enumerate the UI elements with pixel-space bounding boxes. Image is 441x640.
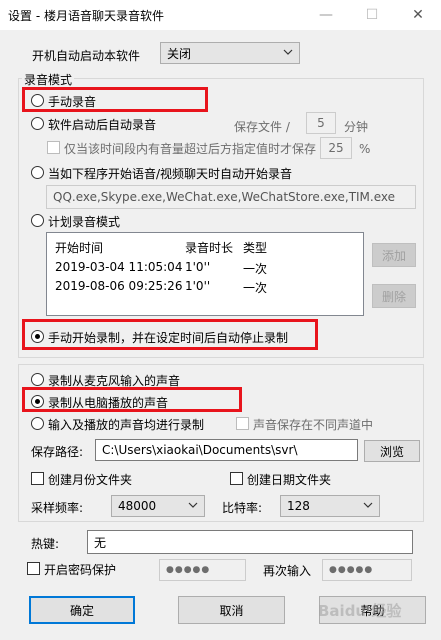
column-header-start-time[interactable]: 开始时间 xyxy=(55,239,103,256)
delete-schedule-label: 删除 xyxy=(381,289,406,304)
auto-start-record-label: 软件启动后自动录音 xyxy=(48,118,157,132)
volume-threshold-label: 仅当该时间段内有音量超过后方指定值时才保存 xyxy=(64,142,317,156)
add-schedule-label: 添加 xyxy=(381,248,406,263)
separate-channel-label: 声音保存在不同声道中 xyxy=(253,418,374,432)
save-file-interval-value: 5 xyxy=(317,116,325,130)
close-icon: ✕ xyxy=(412,7,424,23)
sample-rate-label: 采样频率: xyxy=(31,501,84,515)
chevron-down-icon xyxy=(188,502,198,508)
row-start-time: 2019-03-04 11:05:04 xyxy=(55,260,183,274)
minimize-icon: — xyxy=(319,7,333,23)
month-folder-checkbox[interactable] xyxy=(31,472,44,485)
bitrate-select[interactable]: 128 xyxy=(280,495,380,517)
save-file-label: 保存文件 / xyxy=(234,120,290,134)
auto-program-record-label: 当如下程序开始语音/视频聊天时自动开始录音 xyxy=(48,167,293,181)
volume-threshold-input[interactable]: 25 xyxy=(320,137,352,159)
row-duration: 1'0'' xyxy=(185,260,211,274)
sample-rate-value: 48000 xyxy=(118,499,157,513)
schedule-record-label: 计划录音模式 xyxy=(48,215,121,229)
password-mask: ●●●●● xyxy=(166,565,211,575)
password-repeat-label: 再次输入 xyxy=(263,564,312,578)
both-source-radio[interactable] xyxy=(31,417,44,430)
column-header-duration[interactable]: 录音时长 xyxy=(185,239,233,256)
autostart-value: 关闭 xyxy=(167,46,192,61)
hotkey-input[interactable]: 无 xyxy=(87,530,413,554)
separate-channel-checkbox[interactable] xyxy=(236,417,249,430)
bitrate-label: 比特率: xyxy=(222,501,263,515)
password-protect-checkbox[interactable] xyxy=(27,562,40,575)
sample-rate-select[interactable]: 48000 xyxy=(111,495,205,517)
watermark: Baidu 经验 xyxy=(318,602,402,620)
row-type: 一次 xyxy=(243,262,268,276)
title-bar[interactable]: 设置 - 楼月语音聊天录音软件 — ☐ ✕ xyxy=(0,0,441,30)
maximize-button[interactable]: ☐ xyxy=(349,0,395,30)
autostart-select[interactable]: 关闭 xyxy=(160,42,300,64)
schedule-list[interactable]: 开始时间 录音时长 类型 2019-03-04 11:05:04 1'0'' 一… xyxy=(46,232,364,316)
column-header-type[interactable]: 类型 xyxy=(243,239,267,256)
highlight-speaker-source xyxy=(22,387,242,412)
ok-button-label: 确定 xyxy=(69,603,94,618)
month-folder-label: 创建月份文件夹 xyxy=(48,473,133,487)
date-folder-checkbox[interactable] xyxy=(230,472,243,485)
ok-button[interactable]: 确定 xyxy=(29,596,135,624)
save-file-interval-input[interactable]: 5 xyxy=(306,112,336,134)
volume-threshold-value: 25 xyxy=(328,141,344,155)
date-folder-label: 创建日期文件夹 xyxy=(247,473,332,487)
table-row[interactable]: 2019-03-04 11:05:04 1'0'' 一次 xyxy=(53,257,357,276)
auto-start-record-radio[interactable] xyxy=(31,117,44,130)
browse-button[interactable]: 浏览 xyxy=(364,440,420,462)
hotkey-label: 热键: xyxy=(31,537,60,551)
close-button[interactable]: ✕ xyxy=(395,0,441,30)
save-path-label: 保存路径: xyxy=(31,445,84,459)
save-path-input[interactable]: C:\Users\xiaokai\Documents\svr\ xyxy=(95,439,358,461)
record-mode-group-label: 录音模式 xyxy=(22,71,75,88)
bitrate-value: 128 xyxy=(287,499,310,513)
highlight-manual-record xyxy=(22,87,208,112)
cancel-button[interactable]: 取消 xyxy=(178,596,285,624)
hotkey-value: 无 xyxy=(94,535,107,550)
browse-button-label: 浏览 xyxy=(379,444,404,459)
password-repeat-mask: ●●●●● xyxy=(329,565,374,575)
window-title: 设置 - 楼月语音聊天录音软件 xyxy=(8,9,164,23)
autostart-label: 开机自动启动本软件 xyxy=(32,49,141,63)
schedule-record-radio[interactable] xyxy=(31,214,44,227)
password-protect-label: 开启密码保护 xyxy=(44,563,117,577)
save-file-unit: 分钟 xyxy=(344,120,369,134)
row-start-time: 2019-08-06 09:25:26 xyxy=(55,279,183,293)
add-schedule-button[interactable]: 添加 xyxy=(372,243,416,267)
save-path-value: C:\Users\xiaokai\Documents\svr\ xyxy=(102,443,298,457)
password-repeat-input[interactable]: ●●●●● xyxy=(322,559,412,581)
delete-schedule-button[interactable]: 删除 xyxy=(372,284,416,308)
both-source-label: 输入及播放的声音均进行录制 xyxy=(48,418,205,432)
minimize-button[interactable]: — xyxy=(303,0,349,30)
row-duration: 1'0'' xyxy=(185,279,211,293)
program-list-value: QQ.exe,Skype.exe,WeChat.exe,WeChatStore.… xyxy=(53,190,396,204)
volume-threshold-unit: % xyxy=(359,142,371,156)
highlight-manual-timed-record xyxy=(22,319,318,350)
mic-source-radio[interactable] xyxy=(31,373,44,386)
program-list-input[interactable]: QQ.exe,Skype.exe,WeChat.exe,WeChatStore.… xyxy=(46,185,416,209)
table-row[interactable]: 2019-08-06 09:25:26 1'0'' 一次 xyxy=(53,276,357,295)
chevron-down-icon xyxy=(283,49,293,55)
chevron-down-icon xyxy=(363,502,373,508)
volume-threshold-checkbox[interactable] xyxy=(47,141,60,154)
maximize-icon: ☐ xyxy=(365,7,379,23)
row-type: 一次 xyxy=(243,281,268,295)
cancel-button-label: 取消 xyxy=(219,603,244,618)
password-input[interactable]: ●●●●● xyxy=(159,559,246,581)
auto-program-record-radio[interactable] xyxy=(31,166,44,179)
